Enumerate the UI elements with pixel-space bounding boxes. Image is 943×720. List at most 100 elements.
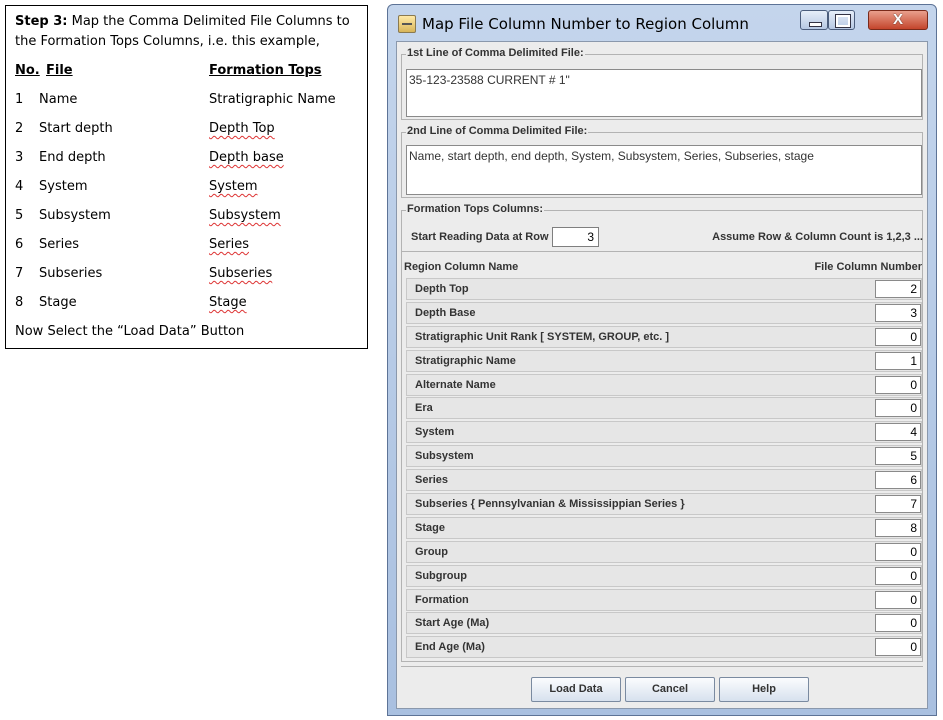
instruction-row-formation-top: Subsystem bbox=[209, 208, 281, 223]
mapping-row: Era 0 bbox=[406, 397, 922, 420]
file-column-number-input[interactable]: 3 bbox=[875, 303, 921, 322]
mapping-row: Formation 0 bbox=[406, 588, 922, 611]
instruction-row-formation-top: System bbox=[209, 179, 257, 194]
mapping-row: End Age (Ma) 0 bbox=[406, 636, 922, 659]
region-column-name: Subsystem bbox=[415, 450, 474, 463]
file-column-number-input[interactable]: 0 bbox=[875, 614, 921, 633]
instruction-row: 5 Subsystem Subsystem bbox=[6, 208, 367, 226]
region-column-name: Alternate Name bbox=[415, 378, 496, 391]
maximize-icon bbox=[835, 14, 851, 28]
instruction-row-number: 4 bbox=[15, 179, 24, 194]
region-column-name: Start Age (Ma) bbox=[415, 617, 490, 630]
cancel-button[interactable]: Cancel bbox=[625, 677, 715, 702]
step-text-1: Map the Comma Delimited File Columns to bbox=[67, 14, 350, 29]
file-column-number-input[interactable]: 0 bbox=[875, 590, 921, 609]
instruction-row-file: System bbox=[39, 179, 88, 194]
file-column-number-input[interactable]: 0 bbox=[875, 399, 921, 418]
spellcheck-underline: Subsystem bbox=[209, 208, 281, 223]
spellcheck-underline: Series bbox=[209, 237, 249, 252]
close-button[interactable]: X bbox=[868, 10, 928, 30]
formation-tops-legend: Formation Tops Columns: bbox=[406, 203, 545, 215]
mapping-rows: Depth Top 2 Depth Base 3 Stratigraphic Unit … bbox=[406, 278, 922, 660]
spellcheck-underline: Stage bbox=[209, 295, 247, 310]
file-column-number-input[interactable]: 5 bbox=[875, 447, 921, 466]
region-column-name: Subgroup bbox=[415, 569, 467, 582]
mapping-table: Region Column Name File Column Number De… bbox=[402, 251, 922, 660]
file-column-number-input[interactable]: 7 bbox=[875, 495, 921, 514]
instruction-row: 1 Name Stratigraphic Name bbox=[6, 92, 367, 110]
dialog-content: 1st Line of Comma Delimited File: 35-123… bbox=[396, 41, 928, 709]
file-column-number-input[interactable]: 8 bbox=[875, 518, 921, 537]
instruction-row-number: 1 bbox=[15, 92, 24, 107]
file-column-number-input[interactable]: 2 bbox=[875, 280, 921, 298]
help-button[interactable]: Help bbox=[719, 677, 809, 702]
dialog-window: Map File Column Number to Region Column … bbox=[387, 4, 937, 716]
instruction-row-number: 7 bbox=[15, 266, 24, 281]
minimize-button[interactable] bbox=[800, 10, 828, 30]
instruction-row-formation-top: Subseries bbox=[209, 266, 272, 281]
instruction-row-formation-top: Series bbox=[209, 237, 249, 252]
maximize-button[interactable] bbox=[828, 10, 855, 30]
instruction-row-number: 8 bbox=[15, 295, 24, 310]
spellcheck-underline: Subseries bbox=[209, 266, 273, 281]
file-column-number-input[interactable]: 1 bbox=[875, 351, 921, 370]
instruction-row-file: Start depth bbox=[39, 121, 113, 136]
mapping-row: Stage 8 bbox=[406, 516, 922, 539]
mapping-row: System 4 bbox=[406, 421, 922, 444]
instruction-row: 3 End depth Depth base bbox=[6, 150, 367, 168]
file-column-number-input[interactable]: 0 bbox=[875, 566, 921, 585]
instruction-row-formation-top: Depth Top bbox=[209, 121, 275, 136]
region-column-name: Subseries { Pennsylvanian & Mississippia… bbox=[415, 498, 685, 511]
mapping-row: Start Age (Ma) 0 bbox=[406, 612, 922, 635]
second-line-textarea[interactable]: Name, start depth, end depth, System, Su… bbox=[406, 145, 922, 195]
region-column-name: Formation bbox=[415, 593, 469, 606]
region-column-name: Stratigraphic Name bbox=[415, 354, 516, 367]
file-column-number-input[interactable]: 0 bbox=[875, 638, 921, 657]
first-line-textarea[interactable]: 35-123-23588 CURRENT # 1" bbox=[406, 69, 922, 117]
file-column-number-input[interactable]: 0 bbox=[875, 375, 921, 394]
instruction-step-line-1: Step 3: Map the Comma Delimited File Col… bbox=[15, 14, 350, 29]
start-row-input[interactable]: 3 bbox=[552, 227, 599, 247]
first-line-legend: 1st Line of Comma Delimited File: bbox=[406, 47, 585, 59]
mapping-row: Stratigraphic Unit Rank [ SYSTEM, GROUP,… bbox=[406, 325, 922, 348]
load-data-button[interactable]: Load Data bbox=[531, 677, 621, 702]
title-bar[interactable]: Map File Column Number to Region Column … bbox=[388, 5, 936, 41]
instruction-box: Step 3: Map the Comma Delimited File Col… bbox=[5, 5, 368, 349]
instruction-row-formation-top: Depth base bbox=[209, 150, 284, 165]
instruction-row-number: 6 bbox=[15, 237, 24, 252]
instruction-footer: Now Select the “Load Data” Button bbox=[15, 324, 245, 339]
instruction-row-formation-top: Stage bbox=[209, 295, 247, 310]
start-row-label: Start Reading Data at Row bbox=[411, 231, 549, 243]
close-icon: X bbox=[892, 11, 903, 28]
file-column-number-input[interactable]: 4 bbox=[875, 423, 921, 442]
file-column-number-input[interactable]: 6 bbox=[875, 471, 921, 490]
instruction-step-line-2: the Formation Tops Columns, i.e. this ex… bbox=[15, 34, 320, 49]
column-header-file-number: File Column Number bbox=[814, 261, 922, 273]
header-file: File bbox=[46, 63, 73, 78]
mapping-row: Group 0 bbox=[406, 540, 922, 563]
mapping-row: Alternate Name 0 bbox=[406, 373, 922, 396]
app-icon bbox=[398, 15, 416, 33]
file-column-number-input[interactable]: 0 bbox=[875, 327, 921, 346]
mapping-row: Stratigraphic Name 1 bbox=[406, 349, 922, 372]
region-column-name: Depth Top bbox=[415, 283, 469, 295]
button-bar: Load Data Cancel Help bbox=[401, 666, 923, 707]
region-column-name: Stage bbox=[415, 521, 445, 534]
instruction-row-file: Subsystem bbox=[39, 208, 111, 223]
instruction-row-file: Subseries bbox=[39, 266, 103, 281]
column-header-region-name: Region Column Name bbox=[404, 261, 519, 273]
region-column-name: Era bbox=[415, 402, 433, 415]
spellcheck-underline: Depth base bbox=[209, 150, 284, 165]
instruction-row-file: End depth bbox=[39, 150, 106, 165]
mapping-row: Subsystem 5 bbox=[406, 445, 922, 468]
file-column-number-input[interactable]: 0 bbox=[875, 542, 921, 561]
instruction-row-formation-top: Stratigraphic Name bbox=[209, 92, 336, 107]
instruction-row-file: Stage bbox=[39, 295, 77, 310]
mapping-row: Depth Top 2 bbox=[406, 278, 922, 300]
instruction-row-file: Series bbox=[39, 237, 79, 252]
header-formation-tops: Formation Tops bbox=[209, 63, 322, 78]
header-no: No. bbox=[15, 63, 40, 78]
mapping-row: Series 6 bbox=[406, 469, 922, 492]
window-title: Map File Column Number to Region Column bbox=[422, 15, 749, 33]
second-line-group: 2nd Line of Comma Delimited File: Name, … bbox=[401, 125, 923, 198]
